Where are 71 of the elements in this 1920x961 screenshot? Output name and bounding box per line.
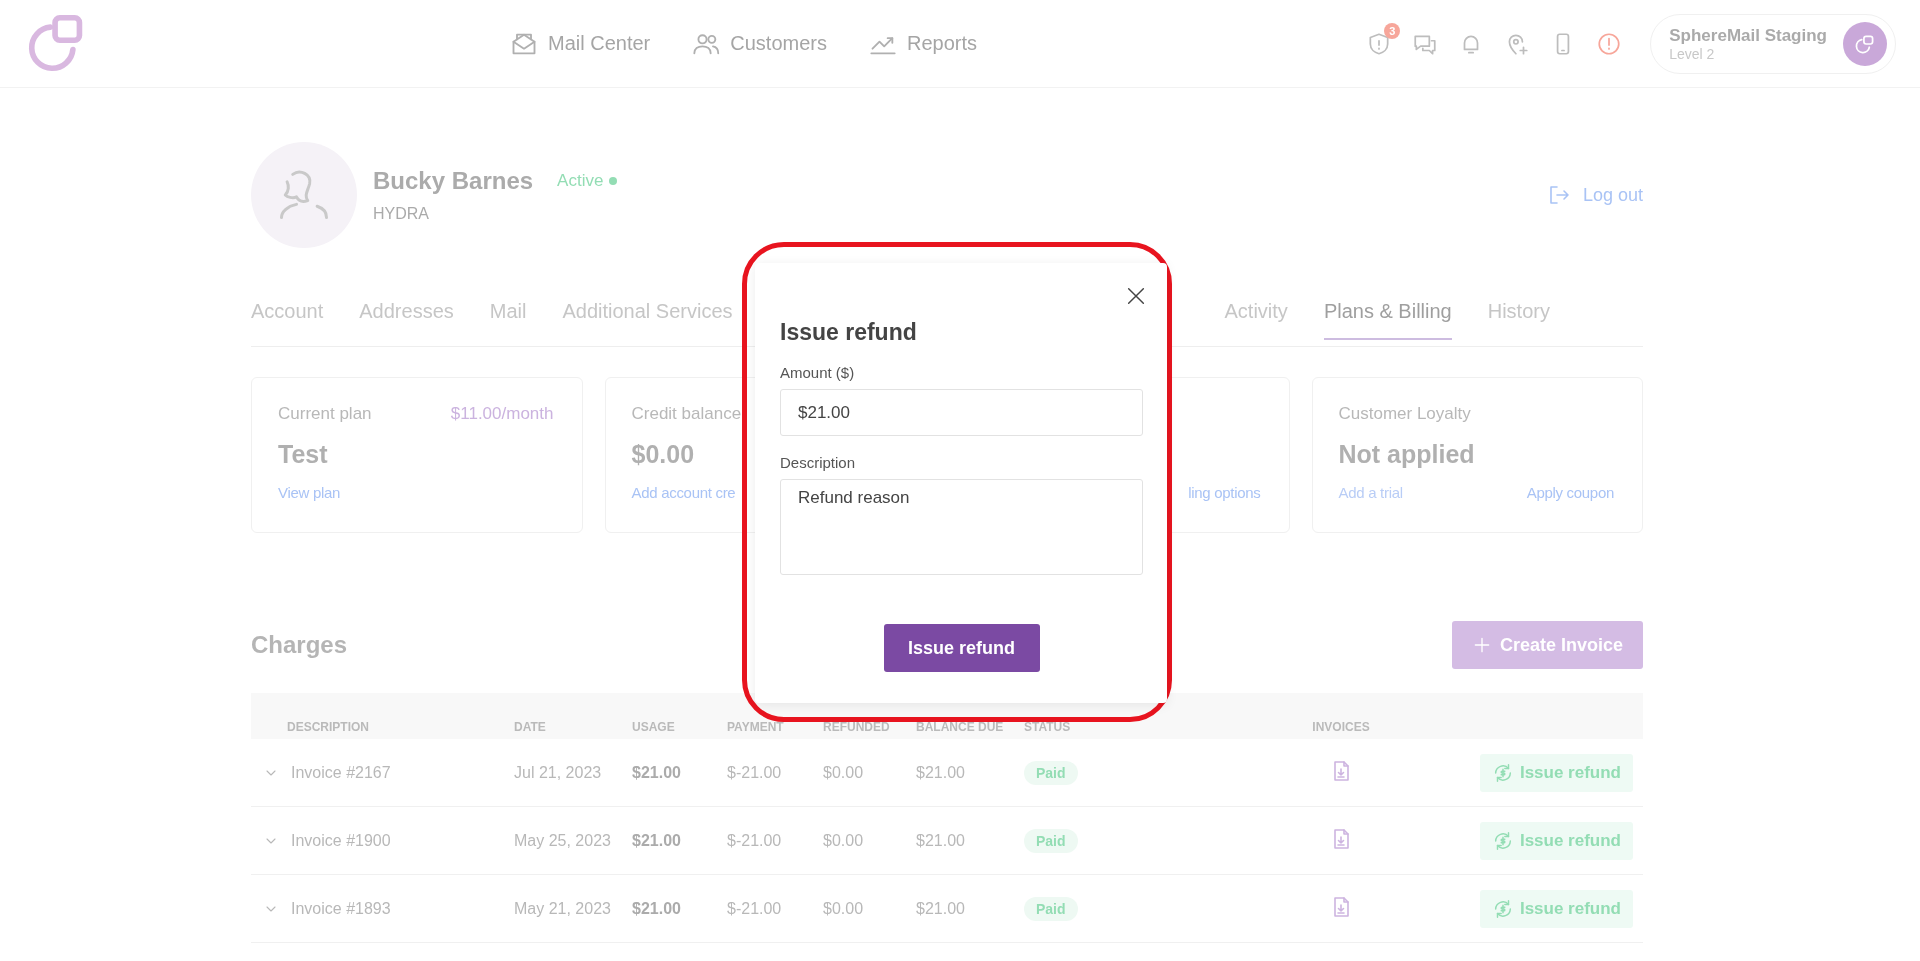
nav-link[interactable]: Mail Center bbox=[510, 29, 651, 58]
field-label: Description bbox=[780, 454, 857, 471]
section-title: Charges bbox=[251, 631, 348, 659]
modal-title: Issue refund bbox=[780, 319, 918, 346]
table-cell: $21.00 bbox=[916, 899, 965, 917]
table-cell: May 21, 2023 bbox=[514, 899, 611, 917]
card-value: Test bbox=[278, 440, 328, 468]
column-header: BALANCE DUE bbox=[916, 720, 1004, 734]
description-field[interactable]: Refund reason bbox=[780, 479, 1143, 575]
card-link[interactable]: Apply coupon bbox=[1526, 484, 1614, 501]
table-cell: $-21.00 bbox=[727, 763, 782, 781]
column-header: USAGE bbox=[632, 720, 675, 734]
card-label: Credit balance bbox=[631, 404, 742, 425]
table-cell: $21.00 bbox=[916, 831, 965, 849]
table-cell: $0.00 bbox=[823, 831, 864, 849]
column-header: DESCRIPTION bbox=[287, 720, 369, 734]
tab[interactable]: History bbox=[1487, 294, 1550, 338]
nav-link[interactable]: Reports bbox=[868, 29, 977, 58]
logout-link[interactable]: Log out bbox=[1546, 183, 1643, 207]
card-link[interactable]: View plan bbox=[278, 484, 341, 501]
card-value: $0.00 bbox=[631, 440, 695, 468]
issue-refund-button[interactable]: Issue refund bbox=[1479, 821, 1633, 860]
tab[interactable]: Plans & Billing bbox=[1323, 294, 1452, 340]
alert-icon bbox=[1596, 30, 1623, 57]
table-cell: $21.00 bbox=[632, 899, 681, 917]
column-header: PAYMENT bbox=[727, 720, 784, 734]
table-cell: Invoice #2167 bbox=[291, 763, 391, 782]
table-cell: $21.00 bbox=[916, 763, 965, 781]
customer-name: Bucky Barnes bbox=[373, 167, 534, 195]
table-cell: $21.00 bbox=[632, 831, 681, 849]
status-badge: Paid bbox=[1024, 760, 1078, 785]
tab[interactable]: Account bbox=[251, 294, 324, 338]
close-icon bbox=[1125, 285, 1147, 307]
table-cell: Invoice #1900 bbox=[291, 831, 391, 850]
tab[interactable]: Mail bbox=[489, 294, 527, 338]
card-link[interactable]: ling options bbox=[1188, 484, 1261, 501]
tab[interactable]: Additional Services bbox=[562, 294, 733, 338]
column-header: REFUNDED bbox=[823, 720, 890, 734]
table-cell: $-21.00 bbox=[727, 899, 782, 917]
issue-refund-button[interactable]: Issue refund bbox=[883, 624, 1040, 672]
status-badge: Paid bbox=[1024, 896, 1078, 921]
table-cell: $21.00 bbox=[632, 763, 681, 781]
card-label: Current plan bbox=[278, 404, 372, 425]
issue-refund-button[interactable]: Issue refund bbox=[1479, 889, 1633, 928]
create-invoice-button[interactable]: Create Invoice bbox=[1451, 621, 1643, 669]
tab[interactable]: Addresses bbox=[359, 294, 454, 338]
column-header: DATE bbox=[514, 720, 546, 734]
column-header: INVOICES bbox=[1312, 720, 1370, 734]
tab[interactable]: Activity bbox=[1224, 294, 1288, 338]
status-label: Active bbox=[557, 171, 604, 191]
table-cell: $-21.00 bbox=[727, 831, 782, 849]
column-header: STATUS bbox=[1024, 720, 1071, 734]
notification-badge: 3 bbox=[1384, 22, 1401, 39]
card-value: Not applied bbox=[1338, 440, 1475, 468]
card-link[interactable]: Add account cre bbox=[631, 484, 736, 501]
card-label: Customer Loyalty bbox=[1338, 404, 1471, 425]
close-button[interactable] bbox=[1125, 285, 1147, 307]
account-name: SphereMail Staging bbox=[1669, 25, 1827, 46]
table-cell: Jul 21, 2023 bbox=[514, 763, 602, 781]
table-cell: Invoice #1893 bbox=[291, 899, 391, 918]
table-cell: May 25, 2023 bbox=[514, 831, 611, 849]
status-dot bbox=[609, 177, 618, 185]
status-badge: Paid bbox=[1024, 828, 1078, 853]
company-name: HYDRA bbox=[373, 205, 430, 223]
table-cell: $0.00 bbox=[823, 899, 864, 917]
nav-link[interactable]: Customers bbox=[692, 29, 827, 58]
amount-field[interactable]: $21.00 bbox=[780, 389, 1143, 436]
issue-refund-button[interactable]: Issue refund bbox=[1479, 753, 1633, 792]
field-label: Amount ($) bbox=[780, 364, 856, 381]
plan-price: $11.00/month bbox=[450, 404, 554, 425]
table-cell: $0.00 bbox=[823, 763, 864, 781]
